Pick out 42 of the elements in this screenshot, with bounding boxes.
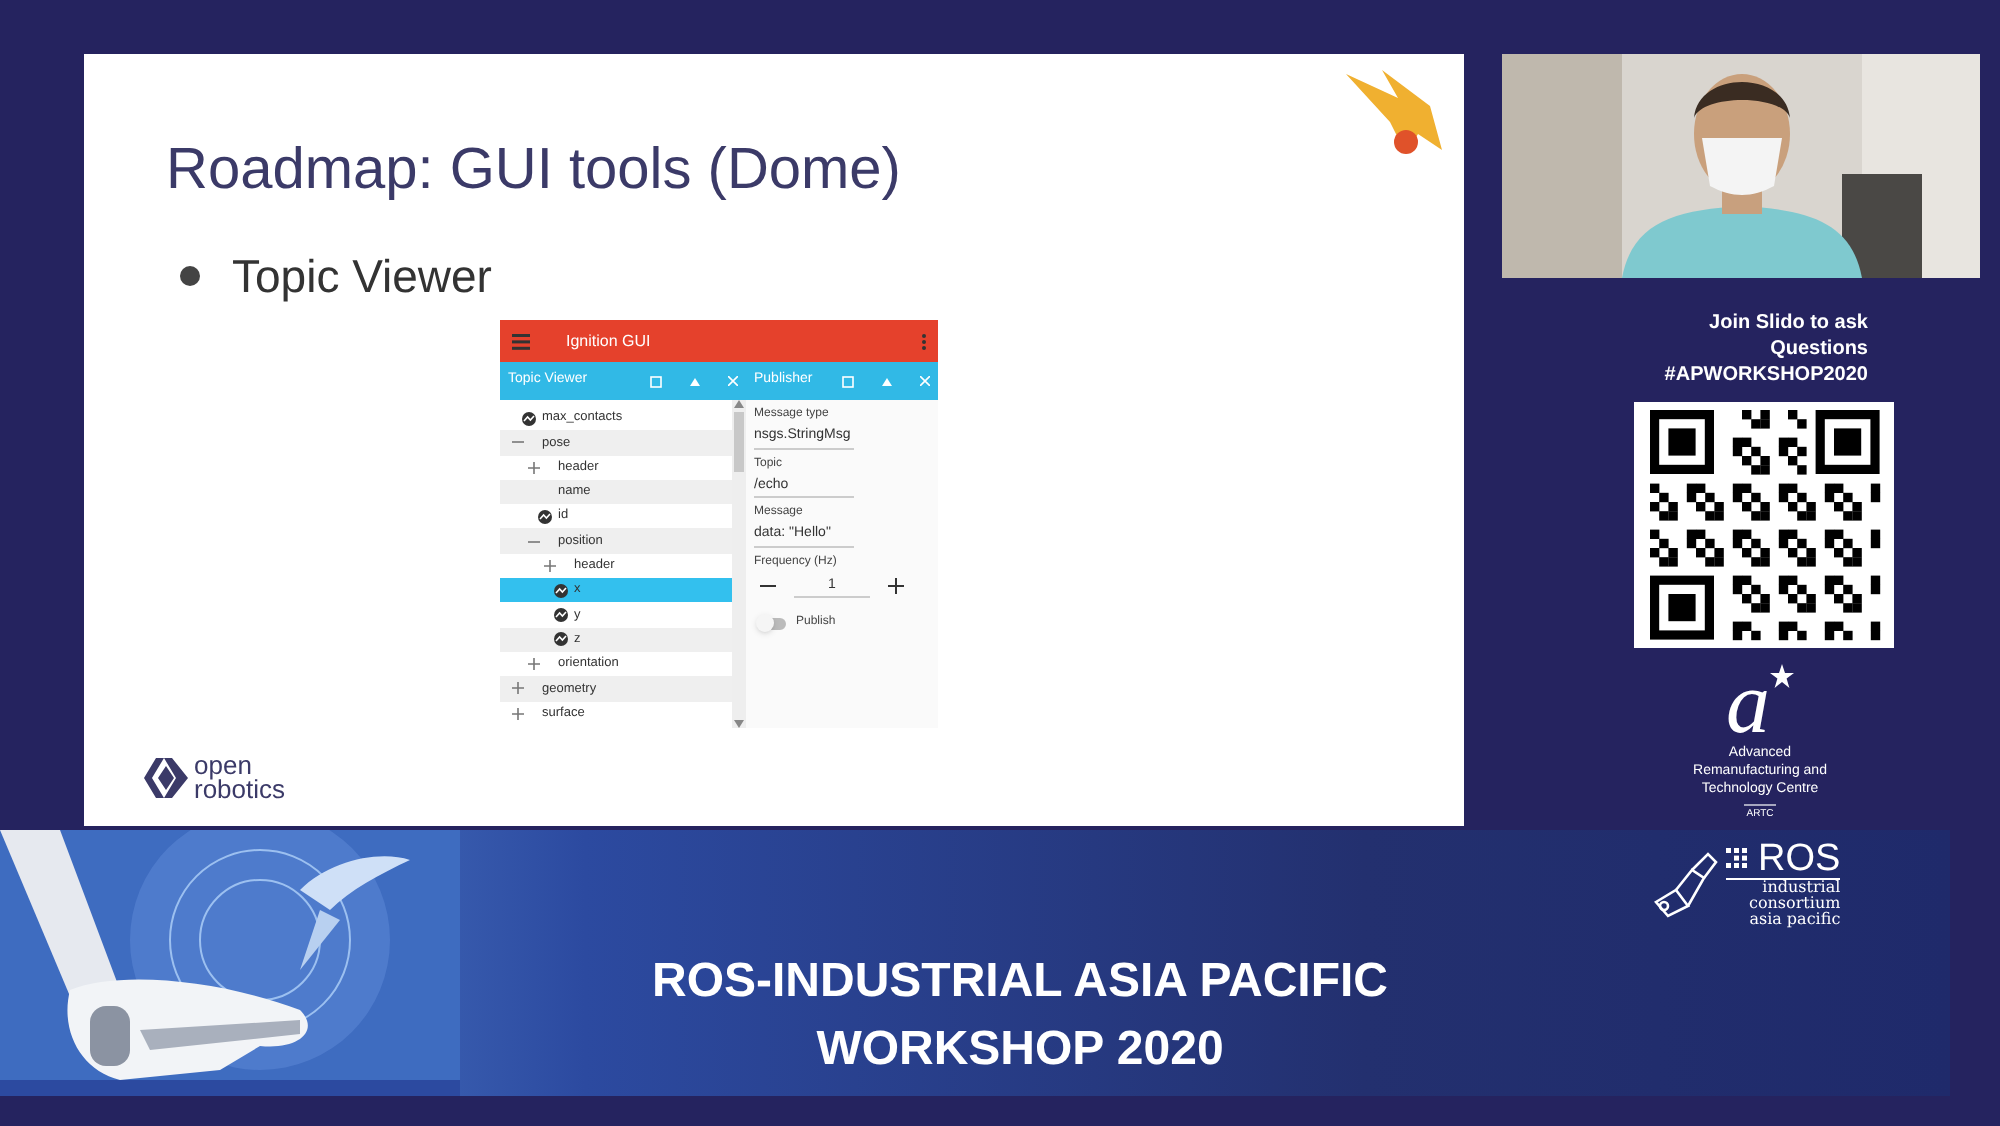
close-icon[interactable] — [728, 376, 738, 386]
banner-title: WORKSHOP 2020 — [816, 1020, 1224, 1080]
collapse-icon[interactable] — [528, 535, 540, 548]
open-robotics-logo-icon — [144, 758, 188, 798]
bullet-text: Topic Viewer — [232, 248, 492, 306]
plot-icon[interactable] — [554, 608, 568, 623]
menu-icon[interactable] — [512, 333, 530, 349]
expand-icon[interactable] — [544, 559, 556, 572]
expand-icon[interactable] — [512, 707, 524, 720]
toggle-switch[interactable] — [760, 617, 786, 629]
close-icon[interactable] — [920, 376, 930, 386]
plot-icon[interactable] — [554, 632, 568, 647]
slido-text: Join Slido to ask — [1709, 310, 1868, 336]
logo-text: open — [194, 754, 252, 778]
ros-subtitle-text: asia pacific — [1749, 911, 1841, 927]
slido-text: Questions — [1770, 336, 1868, 362]
maximize-icon[interactable] — [650, 375, 662, 387]
expand-icon[interactable] — [528, 658, 540, 671]
ros-subtitle-text: consortium — [1748, 895, 1841, 911]
expand-icon[interactable] — [512, 682, 524, 695]
plot-icon[interactable] — [538, 509, 552, 524]
scrollbar-thumb[interactable] — [734, 412, 744, 472]
maximize-icon[interactable] — [842, 375, 854, 387]
robot-arm-icon — [1648, 849, 1720, 917]
plus-icon[interactable] — [888, 578, 904, 595]
scroll-down-icon[interactable] — [734, 720, 744, 728]
expand-icon[interactable] — [528, 461, 540, 474]
collapse-icon[interactable] — [690, 377, 700, 385]
plot-icon[interactable] — [554, 583, 568, 598]
artc-logo-mark: a — [1726, 664, 1770, 744]
logo-text: robotics — [194, 778, 286, 802]
plot-icon[interactable] — [522, 411, 536, 426]
star-icon — [1770, 664, 1794, 688]
app-title: Ignition GUI — [566, 329, 651, 353]
scrollbar[interactable] — [732, 400, 746, 728]
collapse-icon[interactable] — [882, 377, 892, 385]
slide-title: Roadmap: GUI tools (Dome) — [166, 136, 901, 206]
slido-text: #APWORKSHOP2020 — [1664, 362, 1868, 388]
ros-subtitle-text: industrial — [1762, 879, 1841, 895]
ros-logo-text: ROS — [1758, 839, 1841, 877]
collapse-icon[interactable] — [512, 436, 524, 449]
banner-title: ROS-INDUSTRIAL ASIA PACIFIC — [651, 952, 1388, 1012]
